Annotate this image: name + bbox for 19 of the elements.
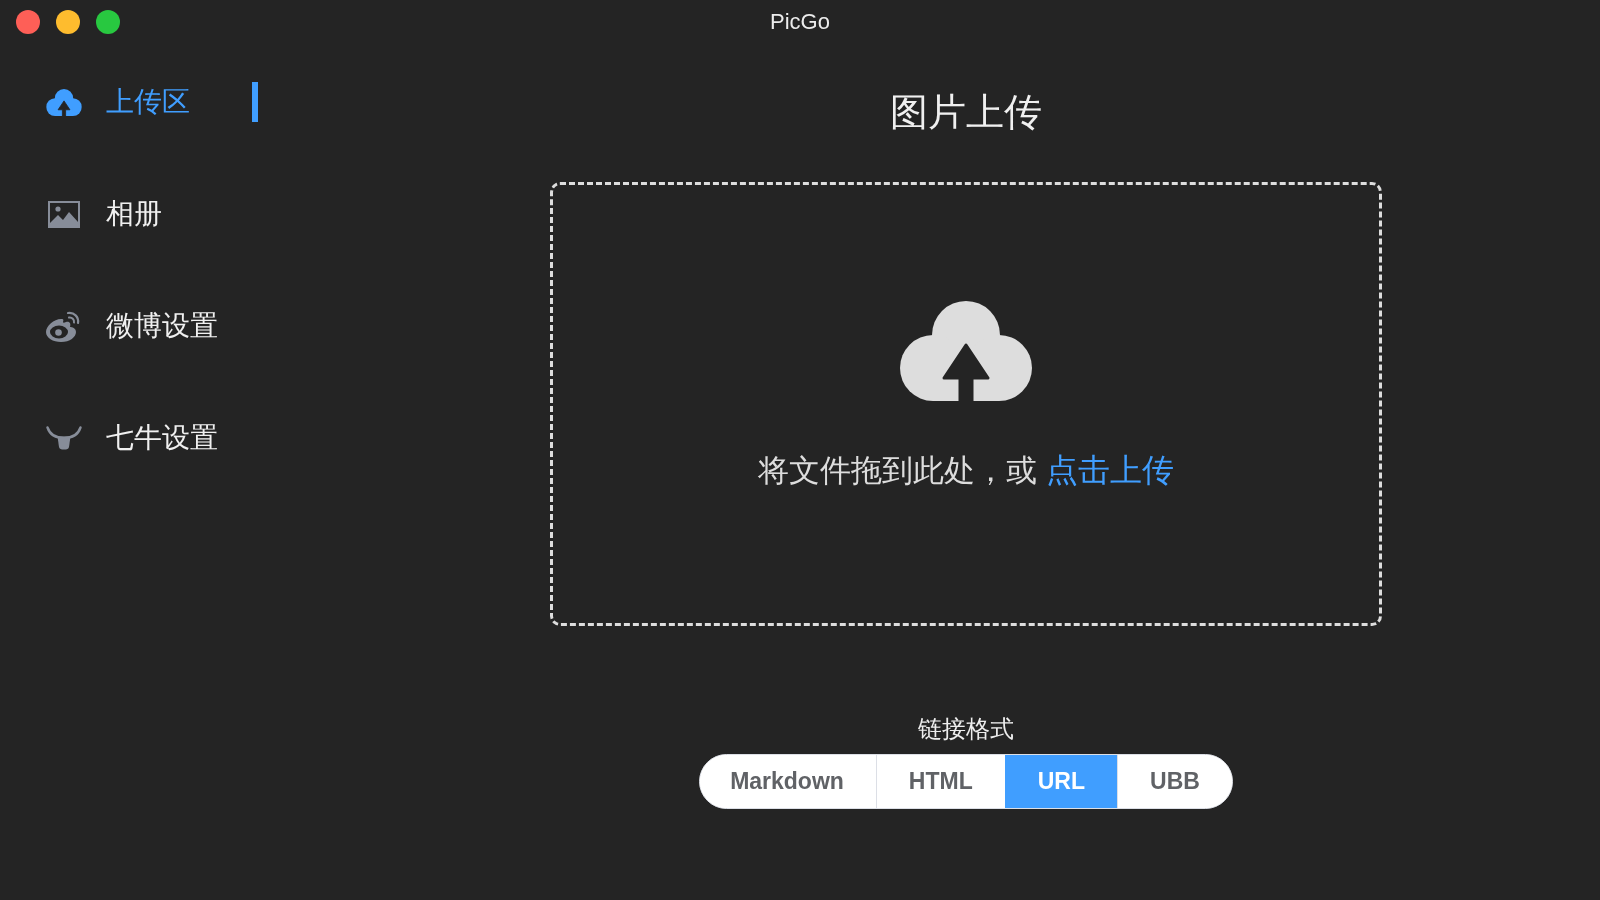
eye-waves-icon [46,310,82,342]
close-button[interactable] [16,10,40,34]
sidebar-item[interactable]: 相册 [46,194,258,234]
image-icon [48,200,80,228]
minimize-button[interactable] [56,10,80,34]
sidebar-item[interactable]: 微博设置 [46,306,258,346]
window-title: PicGo [770,8,830,36]
page-title: 图片上传 [890,90,1042,134]
drop-hint: 将文件拖到此处，或 点击上传 [758,451,1174,490]
drop-zone[interactable]: 将文件拖到此处，或 点击上传 [550,182,1382,626]
cloud-upload-icon [46,88,82,116]
upload-link[interactable]: 点击上传 [1045,452,1174,488]
format-option[interactable]: UBB [1117,755,1232,808]
maximize-button[interactable] [96,10,120,34]
format-label: 链接格式 [918,714,1014,744]
bull-head-icon [46,426,82,450]
cloud-upload-icon [900,301,1032,401]
sidebar-item[interactable]: 上传区 [46,82,258,122]
sidebar-item[interactable]: 七牛设置 [46,418,258,458]
